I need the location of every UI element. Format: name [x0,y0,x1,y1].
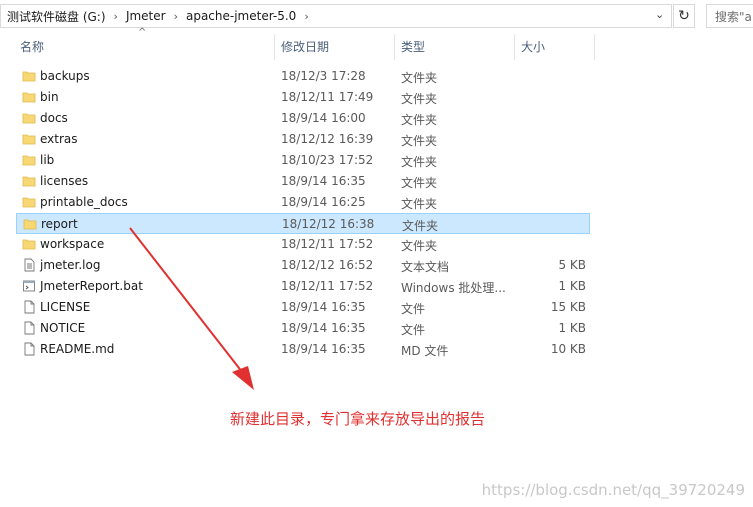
file-type: 文件夹 [401,71,438,85]
file-row[interactable]: jmeter.log 18/12/12 16:52 文本文档 5 KB [16,255,590,276]
folder-icon [22,92,36,103]
file-row[interactable]: LICENSE 18/9/14 16:35 文件 15 KB [16,297,590,318]
file-name: printable_docs [40,195,128,209]
refresh-icon: ↻ [678,8,690,24]
file-type: MD 文件 [401,344,449,358]
file-icon [24,300,35,314]
folder-icon [22,239,36,250]
file-row[interactable]: lib 18/10/23 17:52 文件夹 [16,150,590,171]
file-name: workspace [40,237,105,251]
file-type: 文件夹 [401,155,438,169]
file-row[interactable]: workspace 18/12/11 17:52 文件夹 [16,234,590,255]
file-name: licenses [40,174,89,188]
file-size: 1 KB [558,279,586,293]
file-type: 文件夹 [402,219,439,233]
file-date: 18/12/11 17:49 [281,90,374,104]
file-date: 18/9/14 16:35 [281,174,366,188]
folder-icon [22,71,36,82]
file-row[interactable]: backups 18/12/3 17:28 文件夹 [16,66,590,87]
file-type: 文件 [401,323,426,337]
file-name: lib [40,153,55,167]
file-row[interactable]: docs 18/9/14 16:00 文件夹 [16,108,590,129]
chevron-right-icon[interactable]: › [304,10,308,23]
file-type: 文件夹 [401,113,438,127]
batch-file-icon [23,280,35,292]
file-row[interactable]: bin 18/12/11 17:49 文件夹 [16,87,590,108]
file-date: 18/9/14 16:00 [281,111,366,125]
file-name: docs [40,111,68,125]
file-date: 18/12/11 17:52 [281,279,374,293]
file-name: JmeterReport.bat [40,279,143,293]
file-row[interactable]: printable_docs 18/9/14 16:25 文件夹 [16,192,590,213]
column-header-name[interactable]: 名称 [14,34,274,60]
file-size: 5 KB [558,258,586,272]
search-input[interactable]: 搜索"a [706,4,753,28]
chevron-right-icon[interactable]: › [114,10,118,23]
file-date: 18/9/14 16:35 [281,300,366,314]
file-size: 15 KB [550,300,586,314]
column-header-size[interactable]: 大小 [515,34,595,60]
file-name: NOTICE [40,321,86,335]
breadcrumb-jmeter[interactable]: Jmeter [126,9,166,23]
folder-icon [22,134,36,145]
file-date: 18/12/11 17:52 [281,237,374,251]
chevron-right-icon[interactable]: › [174,10,178,23]
file-type: 文件夹 [401,92,438,106]
breadcrumb-drive[interactable]: 测试软件磁盘 (G:) [7,8,106,25]
file-row[interactable]: report 18/12/12 16:38 文件夹 [16,213,590,234]
file-row[interactable]: README.md 18/9/14 16:35 MD 文件 10 KB [16,339,590,360]
file-type: 文件夹 [401,197,438,211]
file-date: 18/10/23 17:52 [281,153,374,167]
file-row[interactable]: NOTICE 18/9/14 16:35 文件 1 KB [16,318,590,339]
column-divider[interactable] [594,34,595,60]
file-size: 10 KB [550,342,586,356]
address-bar-area: 测试软件磁盘 (G:) › Jmeter › apache-jmeter-5.0… [0,0,753,32]
file-icon [24,321,35,335]
file-date: 18/12/12 16:38 [282,217,375,231]
file-date: 18/12/12 16:39 [281,132,374,146]
file-name: jmeter.log [40,258,101,272]
file-type: Windows 批处理... [401,281,506,295]
column-header-date[interactable]: 修改日期 [275,34,395,60]
file-type: 文本文档 [401,260,450,274]
file-icon [24,342,35,356]
folder-icon [22,176,36,187]
file-name: LICENSE [40,300,91,314]
column-header-row: ^ 名称 修改日期 类型 大小 [0,27,600,60]
file-row[interactable]: JmeterReport.bat 18/12/11 17:52 Windows … [16,276,590,297]
folder-icon [23,219,37,230]
folder-icon [22,155,36,166]
file-size: 1 KB [558,321,586,335]
file-date: 18/9/14 16:35 [281,321,366,335]
file-name: bin [40,90,59,104]
folder-icon [22,197,36,208]
address-bar[interactable]: 测试软件磁盘 (G:) › Jmeter › apache-jmeter-5.0… [0,4,672,28]
file-row[interactable]: extras 18/12/12 16:39 文件夹 [16,129,590,150]
file-date: 18/9/14 16:25 [281,195,366,209]
file-row[interactable]: licenses 18/9/14 16:35 文件夹 [16,171,590,192]
chevron-down-icon[interactable]: ⌄ [655,8,664,21]
breadcrumb-apache-jmeter[interactable]: apache-jmeter-5.0 [186,9,296,23]
file-name: README.md [40,342,115,356]
text-file-icon [24,258,35,272]
file-type: 文件 [401,302,426,316]
file-type: 文件夹 [401,176,438,190]
file-date: 18/12/12 16:52 [281,258,374,272]
refresh-button[interactable]: ↻ [673,4,695,28]
file-type: 文件夹 [401,134,438,148]
column-header-type[interactable]: 类型 [395,34,515,60]
file-name: extras [40,132,78,146]
file-date: 18/12/3 17:28 [281,69,366,83]
annotation-text: 新建此目录，专门拿来存放导出的报告 [230,410,486,428]
file-name: backups [40,69,90,83]
file-name: report [41,217,78,231]
folder-icon [22,113,36,124]
watermark: https://blog.csdn.net/qq_39720249 [481,481,745,499]
file-type: 文件夹 [401,239,438,253]
file-date: 18/9/14 16:35 [281,342,366,356]
